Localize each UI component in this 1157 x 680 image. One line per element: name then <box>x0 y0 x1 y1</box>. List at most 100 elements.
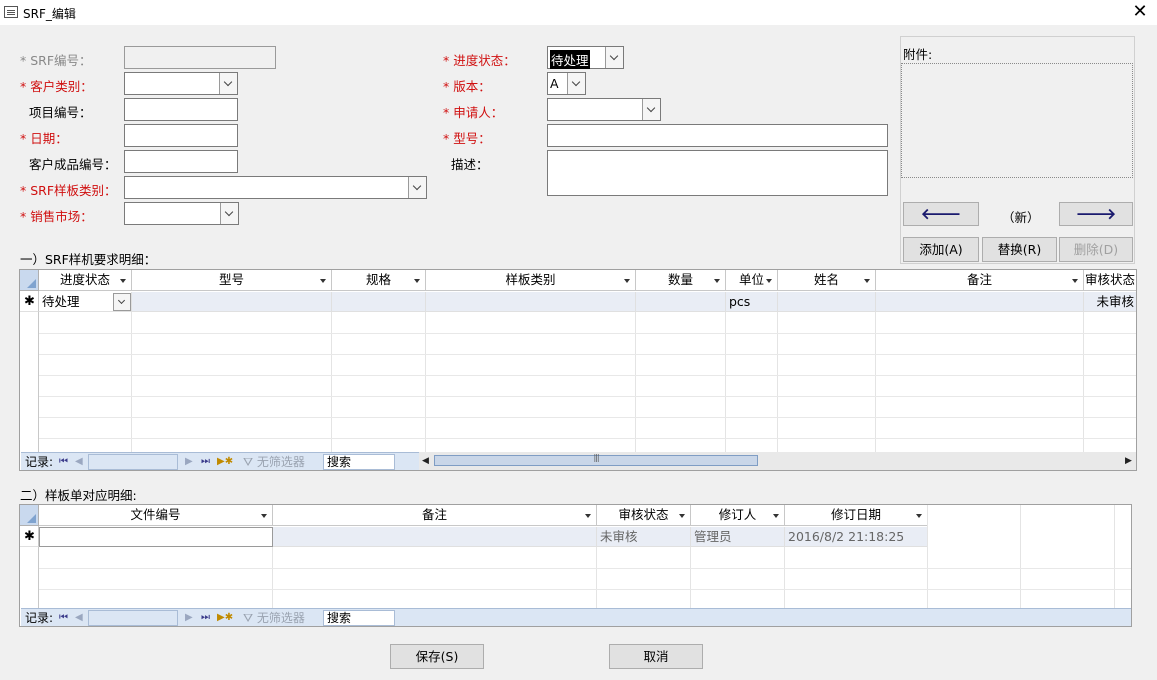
horizontal-scrollbar[interactable]: ◀ ▶ <box>419 452 1136 470</box>
filter-status[interactable]: ⛛ 无筛选器 <box>243 454 305 470</box>
search-input[interactable]: 搜索 <box>323 610 395 626</box>
record-label: 记录: <box>25 611 54 625</box>
col-header[interactable]: 审核状态 <box>597 505 691 526</box>
chevron-down-icon[interactable] <box>219 73 237 94</box>
table-cell[interactable] <box>426 292 636 312</box>
grid-select-all[interactable] <box>20 270 39 291</box>
prev-record-icon: ◀ <box>75 456 83 467</box>
close-button[interactable]: ✕ <box>1129 1 1151 23</box>
col-header[interactable]: 姓名 <box>778 270 876 291</box>
date-field[interactable] <box>124 124 238 147</box>
version-label: * 版本： <box>443 79 491 94</box>
col-header[interactable]: 型号 <box>132 270 332 291</box>
applicant-combo[interactable] <box>547 98 661 121</box>
scrollbar-thumb[interactable] <box>434 455 758 466</box>
applicant-label: * 申请人： <box>443 105 504 120</box>
prev-attachment-button[interactable]: 🡐 <box>903 202 979 226</box>
col-header[interactable]: 样板类别 <box>426 270 636 291</box>
new-record-icon: ✱ <box>24 529 35 544</box>
col-header[interactable]: 单位 <box>726 270 778 291</box>
progress-status-combo[interactable]: 待处理 <box>547 46 624 69</box>
title-bar: SRF_编辑 ✕ <box>0 0 1157 25</box>
col-header[interactable]: 修订日期 <box>785 505 928 526</box>
col-header[interactable]: 进度状态 <box>39 270 132 291</box>
unit-cell[interactable]: pcs <box>726 292 778 312</box>
chevron-down-icon[interactable] <box>220 203 238 224</box>
add-attachment-button[interactable]: 添加(A) <box>903 237 979 262</box>
next-record-icon: ▶ <box>185 612 193 623</box>
col-header[interactable]: 修订人 <box>691 505 785 526</box>
srf-sample-type-label: * SRF样板类别： <box>20 183 117 198</box>
attachment-status: （新） <box>1002 210 1040 225</box>
customer-type-label: * 客户类别： <box>20 79 93 94</box>
description-label: 描述： <box>451 157 489 172</box>
next-record-icon: ▶ <box>185 456 193 467</box>
search-input[interactable]: 搜索 <box>323 454 395 470</box>
record-number-field[interactable] <box>88 454 178 470</box>
last-record-icon[interactable]: ⏭ <box>201 454 210 470</box>
col-header[interactable]: 备注 <box>876 270 1084 291</box>
col-header[interactable]: 备注 <box>273 505 597 526</box>
model-field[interactable] <box>547 124 888 147</box>
chevron-down-icon[interactable] <box>113 293 131 311</box>
next-attachment-button[interactable]: 🡒 <box>1059 202 1133 226</box>
attachment-label: 附件: <box>903 47 933 62</box>
delete-attachment-button: 删除(D) <box>1059 237 1133 262</box>
table-cell[interactable] <box>273 527 597 547</box>
chevron-down-icon[interactable] <box>605 47 623 68</box>
new-record-nav-icon[interactable]: ▶✱ <box>217 610 233 626</box>
review-status-cell[interactable]: 未审核 <box>1084 292 1136 312</box>
section2-title: 二）样板单对应明细: <box>20 488 137 503</box>
record-navigator: 记录: ⏮ ◀ ▶ ⏭ ▶✱ ⛛ 无筛选器 搜索 <box>21 608 1131 626</box>
version-combo[interactable]: A <box>547 72 586 95</box>
last-record-icon[interactable]: ⏭ <box>201 610 210 626</box>
col-header[interactable]: 文件编号 <box>39 505 273 526</box>
progress-status-label: * 进度状态： <box>443 53 516 68</box>
col-header[interactable]: 审核状态 <box>1084 270 1136 291</box>
section1-title: 一）SRF样机要求明细： <box>20 252 157 267</box>
sales-market-combo[interactable] <box>124 202 239 225</box>
scroll-left-icon[interactable]: ◀ <box>422 453 429 469</box>
table-cell[interactable] <box>778 292 876 312</box>
grid-select-all[interactable] <box>20 505 39 526</box>
chevron-down-icon[interactable] <box>567 73 585 94</box>
attachment-box[interactable] <box>901 63 1133 178</box>
record-label: 记录: <box>25 455 54 469</box>
table-cell[interactable] <box>636 292 726 312</box>
row-selector <box>20 547 39 608</box>
record-number-field[interactable] <box>88 610 178 626</box>
chevron-down-icon[interactable] <box>642 99 660 120</box>
table-cell[interactable] <box>332 292 426 312</box>
col-header[interactable]: 数量 <box>636 270 726 291</box>
col-header[interactable]: 规格 <box>332 270 426 291</box>
review-status-cell[interactable]: 未审核 <box>597 527 691 547</box>
record-navigator: 记录: ⏮ ◀ ▶ ⏭ ▶✱ ⛛ 无筛选器 搜索 <box>21 452 419 470</box>
arrow-left-icon: 🡐 <box>920 205 962 223</box>
filter-icon: ⛛ <box>243 455 257 469</box>
project-no-field[interactable] <box>124 98 238 121</box>
replace-attachment-button[interactable]: 替换(R) <box>982 237 1057 262</box>
first-record-icon[interactable]: ⏮ <box>59 610 68 626</box>
first-record-icon[interactable]: ⏮ <box>59 454 68 470</box>
srf-no-field <box>124 46 276 69</box>
description-field[interactable] <box>547 150 888 196</box>
window-title: SRF_编辑 <box>23 7 76 21</box>
version-value: A <box>550 76 559 91</box>
new-record-nav-icon[interactable]: ▶✱ <box>217 454 233 470</box>
customer-product-no-field[interactable] <box>124 150 238 173</box>
customer-type-combo[interactable] <box>124 72 238 95</box>
reviser-cell[interactable]: 管理员 <box>691 527 785 547</box>
arrow-right-icon: 🡒 <box>1075 205 1117 223</box>
cancel-button[interactable]: 取消 <box>609 644 703 669</box>
revise-date-cell[interactable]: 2016/8/2 21:18:25 <box>785 527 928 547</box>
chevron-down-icon[interactable] <box>408 177 426 198</box>
table-cell[interactable] <box>876 292 1084 312</box>
row-selector <box>20 312 39 452</box>
filter-status[interactable]: ⛛ 无筛选器 <box>243 610 305 626</box>
table-cell[interactable] <box>132 292 332 312</box>
save-button[interactable]: 保存(S) <box>390 644 484 669</box>
scroll-right-icon[interactable]: ▶ <box>1125 453 1132 469</box>
file-no-cell[interactable] <box>39 527 273 547</box>
srf-sample-type-combo[interactable] <box>124 176 427 199</box>
sales-market-label: * 销售市场： <box>20 209 93 224</box>
